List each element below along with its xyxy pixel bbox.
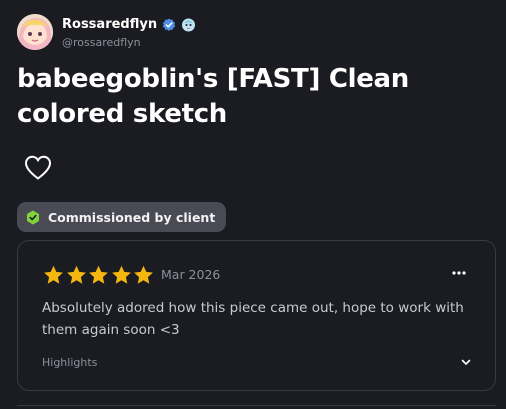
review-text: Absolutely adored how this piece came ou… <box>42 300 464 338</box>
star-icon <box>111 265 133 285</box>
commission-badge-label: Commissioned by client <box>48 209 216 225</box>
check-hexagon-icon <box>26 210 40 225</box>
author-text: Rossaredflyn @rossaredflyn <box>62 16 196 49</box>
page: Rossaredflyn @rossaredflyn babeegoblin's… <box>0 0 506 409</box>
favorite-button[interactable] <box>22 152 54 182</box>
commission-badge: Commissioned by client <box>17 202 227 232</box>
highlights-label: Highlights <box>42 355 98 369</box>
review-date: Mar 2026 <box>161 267 221 282</box>
rating-stars <box>43 265 156 285</box>
author-name[interactable]: Rossaredflyn <box>62 17 157 32</box>
avatar[interactable] <box>17 14 53 50</box>
more-horizontal-icon <box>452 271 466 275</box>
listing-title: babeegoblin's [FAST] Clean colored sketc… <box>17 64 410 129</box>
author-block[interactable]: Rossaredflyn @rossaredflyn <box>17 14 196 50</box>
highlights-toggle[interactable]: Highlights <box>42 353 471 371</box>
review-more-button[interactable] <box>449 265 469 281</box>
star-icon <box>43 265 65 285</box>
divider <box>17 405 496 406</box>
chevron-down-icon[interactable] <box>461 359 471 366</box>
verified-icon <box>162 18 176 32</box>
star-icon <box>133 265 155 285</box>
author-name-row: Rossaredflyn <box>62 16 196 34</box>
author-handle: @rossaredflyn <box>62 35 141 49</box>
creature-badge-icon <box>181 17 196 32</box>
star-icon <box>88 265 110 285</box>
star-icon <box>66 265 88 285</box>
heart-outline-icon <box>24 155 52 180</box>
review-card: Mar 2026 Absolutely adored how this piec… <box>17 240 496 391</box>
